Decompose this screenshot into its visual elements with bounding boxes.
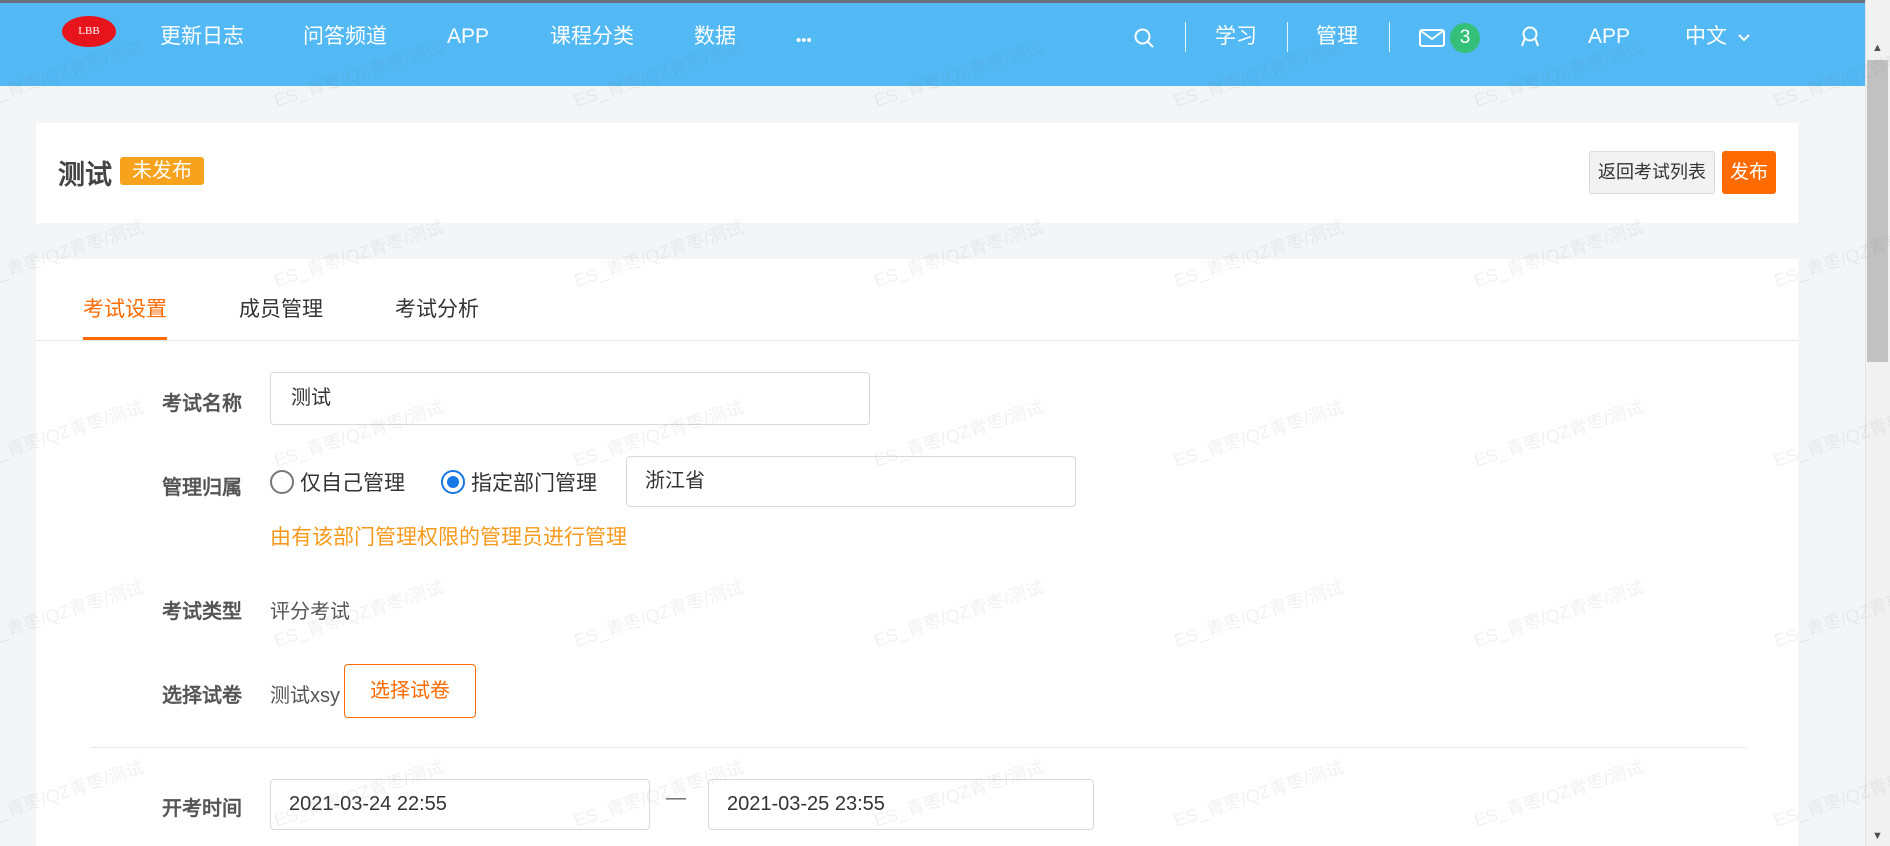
radio-self-manage[interactable] [270,470,294,494]
nav-more-button[interactable]: ••• [796,27,812,55]
mail-icon[interactable] [1419,28,1445,48]
nav-app-download[interactable]: APP [1588,23,1630,51]
owner-label: 管理归属 [162,477,242,499]
page-title: 测试 [58,160,112,190]
message-count-badge: 3 [1450,23,1480,53]
user-icon[interactable] [1519,25,1541,49]
department-input[interactable]: 浙江省 [626,456,1076,507]
exam-time-label: 开考时间 [162,798,242,820]
section-divider [91,747,1746,748]
exam-name-label: 考试名称 [162,393,242,415]
search-icon[interactable] [1133,27,1155,49]
nav-separator [1287,22,1288,52]
nav-item-course-category[interactable]: 课程分类 [550,23,634,51]
exam-settings-card [36,259,1798,846]
status-badge: 未发布 [120,157,204,185]
tab-exam-settings[interactable]: 考试设置 [83,293,167,323]
language-selector[interactable]: 中文 [1685,23,1727,51]
chevron-down-icon[interactable] [1737,33,1751,43]
selected-paper-name: 测试xsy [270,685,340,707]
back-to-exam-list-button[interactable]: 返回考试列表 [1589,151,1715,194]
nav-item-changelog[interactable]: 更新日志 [160,23,244,51]
exam-type-label: 考试类型 [162,601,242,623]
tabs-divider [36,340,1798,341]
radio-department-manage-label[interactable]: 指定部门管理 [471,467,597,497]
nav-separator [1185,22,1186,52]
active-tab-indicator [83,337,167,340]
nav-study[interactable]: 学习 [1215,23,1257,51]
time-range-separator: — [666,787,686,809]
exam-name-input[interactable]: 测试 [270,372,870,425]
exam-start-time-input[interactable]: 2021-03-24 22:55 [270,779,650,830]
nav-manage[interactable]: 管理 [1316,23,1358,51]
logo[interactable]: LBB [62,16,116,47]
nav-item-app[interactable]: APP [447,23,489,51]
exam-end-time-input[interactable]: 2021-03-25 23:55 [708,779,1094,830]
nav-item-data[interactable]: 数据 [694,23,736,51]
nav-item-qa[interactable]: 问答频道 [303,23,387,51]
publish-button[interactable]: 发布 [1722,151,1776,194]
nav-separator [1389,22,1390,52]
select-paper-label: 选择试卷 [162,685,242,707]
top-nav: LBB 更新日志 问答频道 APP 课程分类 数据 ••• 学习 管理 3 AP… [0,0,1865,86]
scroll-up-arrow[interactable]: ▲ [1866,38,1889,58]
radio-department-manage[interactable] [441,470,465,494]
scrollbar-thumb[interactable] [1867,60,1888,362]
tab-member-management[interactable]: 成员管理 [239,293,323,323]
radio-self-manage-label[interactable]: 仅自己管理 [300,467,405,497]
tab-exam-analysis[interactable]: 考试分析 [395,293,479,323]
select-paper-button[interactable]: 选择试卷 [344,664,476,718]
owner-hint: 由有该部门管理权限的管理员进行管理 [270,526,627,549]
exam-type-value: 评分考试 [270,601,350,623]
scroll-down-arrow[interactable]: ▼ [1866,826,1889,846]
exam-header-card [36,123,1798,223]
